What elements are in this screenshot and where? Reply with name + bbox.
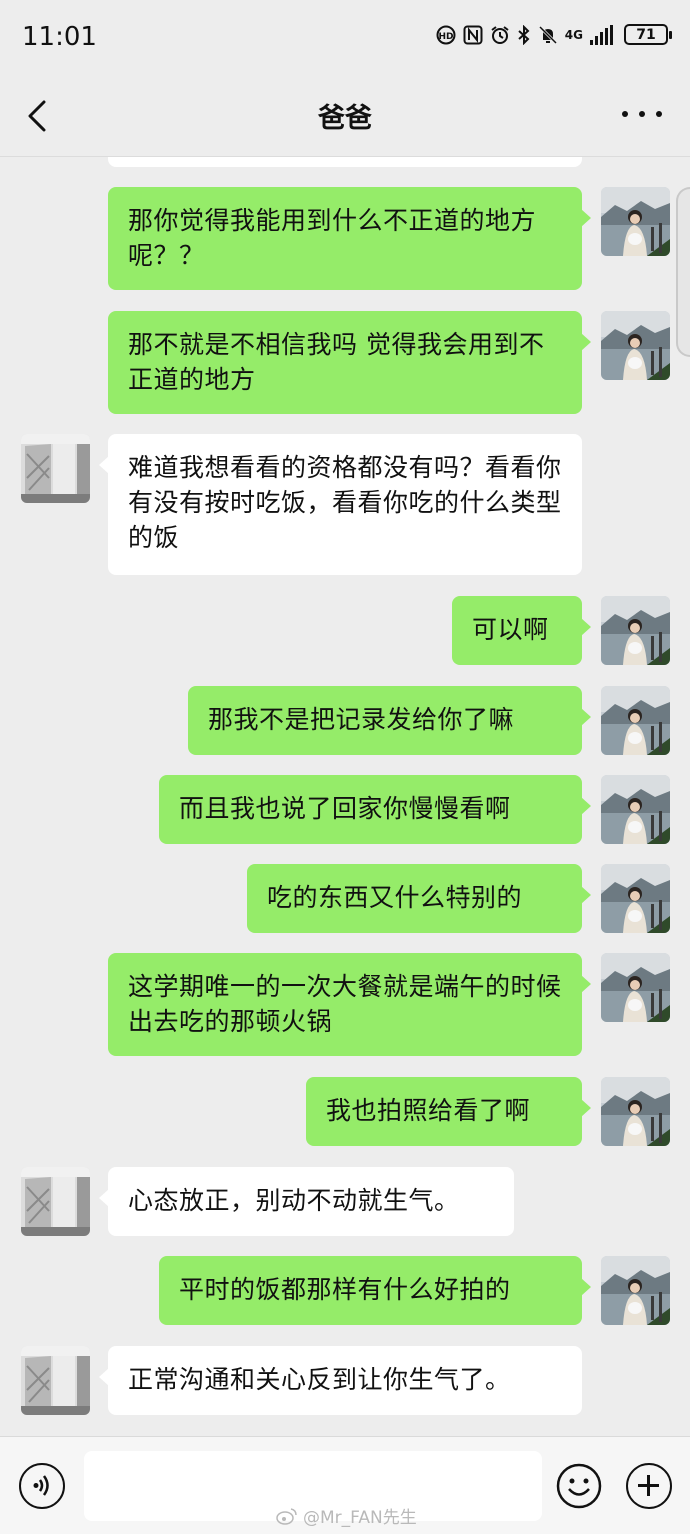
emoji-button[interactable] (556, 1463, 602, 1509)
chat-header: 爸爸 (0, 78, 690, 157)
contact-avatar[interactable] (21, 434, 90, 503)
avatar-image (601, 775, 670, 844)
status-bar: 11:01 HD 4G 71 (0, 0, 690, 78)
my-avatar[interactable] (601, 311, 670, 380)
more-dot (639, 111, 645, 117)
alarm-icon (491, 25, 509, 44)
svg-text:HD: HD (438, 32, 453, 42)
avatar-image (601, 596, 670, 665)
emoji-icon (556, 1463, 602, 1509)
previous-message-bubble[interactable] (108, 157, 582, 167)
contact-message-bubble[interactable]: 难道我想看看的资格都没有吗？看看你有没有按时吃饭，看看你吃的什么类型的饭 (99, 434, 582, 575)
my-avatar[interactable] (601, 775, 670, 844)
avatar-image (601, 187, 670, 256)
more-dot (622, 111, 628, 117)
avatar-image (21, 1167, 90, 1236)
message-list[interactable]: 那你觉得我能用到什么不正道的地方呢？？ 那不就是不相信我吗 觉得我会用到不正道的… (0, 157, 690, 1435)
nfc-icon (463, 25, 483, 44)
my-avatar[interactable] (601, 1077, 670, 1146)
status-time: 11:01 (22, 22, 97, 52)
avatar-image (601, 686, 670, 755)
status-icons: HD 4G 71 (436, 24, 672, 45)
signal-icon (590, 24, 613, 45)
avatar-image (601, 953, 670, 1022)
my-avatar[interactable] (601, 953, 670, 1022)
bluetooth-icon (518, 24, 530, 45)
scroll-handle[interactable] (676, 187, 690, 357)
contact-message-bubble[interactable]: 正常沟通和关心反到让你生气了。 (99, 1346, 582, 1415)
hd-call-icon: HD (436, 25, 456, 44)
my-message-bubble[interactable]: 我也拍照给看了啊 (306, 1077, 591, 1146)
battery-level: 71 (636, 26, 656, 43)
my-message-bubble[interactable]: 那你觉得我能用到什么不正道的地方呢？？ (108, 187, 591, 290)
my-avatar[interactable] (601, 1256, 670, 1325)
battery-icon: 71 (624, 24, 672, 45)
more-dot (656, 111, 662, 117)
my-avatar[interactable] (601, 596, 670, 665)
my-avatar[interactable] (601, 686, 670, 755)
avatar-image (601, 1256, 670, 1325)
my-message-bubble[interactable]: 可以啊 (452, 596, 591, 665)
avatar-image (601, 1077, 670, 1146)
more-button[interactable] (622, 98, 662, 130)
voice-button[interactable] (19, 1463, 65, 1509)
avatar-image (21, 434, 90, 503)
my-message-bubble[interactable]: 吃的东西又什么特别的 (247, 864, 591, 933)
my-message-bubble[interactable]: 那我不是把记录发给你了嘛 (188, 686, 591, 755)
network-type: 4G (564, 27, 583, 42)
mute-icon (538, 25, 557, 44)
avatar-image (21, 1346, 90, 1415)
avatar-image (601, 864, 670, 933)
contact-avatar[interactable] (21, 1346, 90, 1415)
my-message-bubble[interactable]: 这学期唯一的一次大餐就是端午的时候出去吃的那顿火锅 (108, 953, 591, 1056)
my-message-bubble[interactable]: 平时的饭都那样有什么好拍的 (159, 1256, 591, 1325)
weibo-icon (276, 1507, 297, 1525)
page-title: 爸爸 (318, 103, 372, 134)
contact-message-bubble[interactable]: 心态放正，别动不动就生气。 (99, 1167, 514, 1236)
my-message-bubble[interactable]: 那不就是不相信我吗 觉得我会用到不正道的地方 (108, 311, 591, 414)
watermark: @Mr_FAN先生 (276, 1503, 417, 1528)
my-message-bubble[interactable]: 而且我也说了回家你慢慢看啊 (159, 775, 591, 844)
my-avatar[interactable] (601, 864, 670, 933)
voice-icon (33, 1475, 49, 1496)
my-avatar[interactable] (601, 187, 670, 256)
avatar-image (601, 311, 670, 380)
contact-avatar[interactable] (21, 1167, 90, 1236)
watermark-text: @Mr_FAN先生 (303, 1508, 417, 1528)
plus-button[interactable] (626, 1463, 672, 1509)
